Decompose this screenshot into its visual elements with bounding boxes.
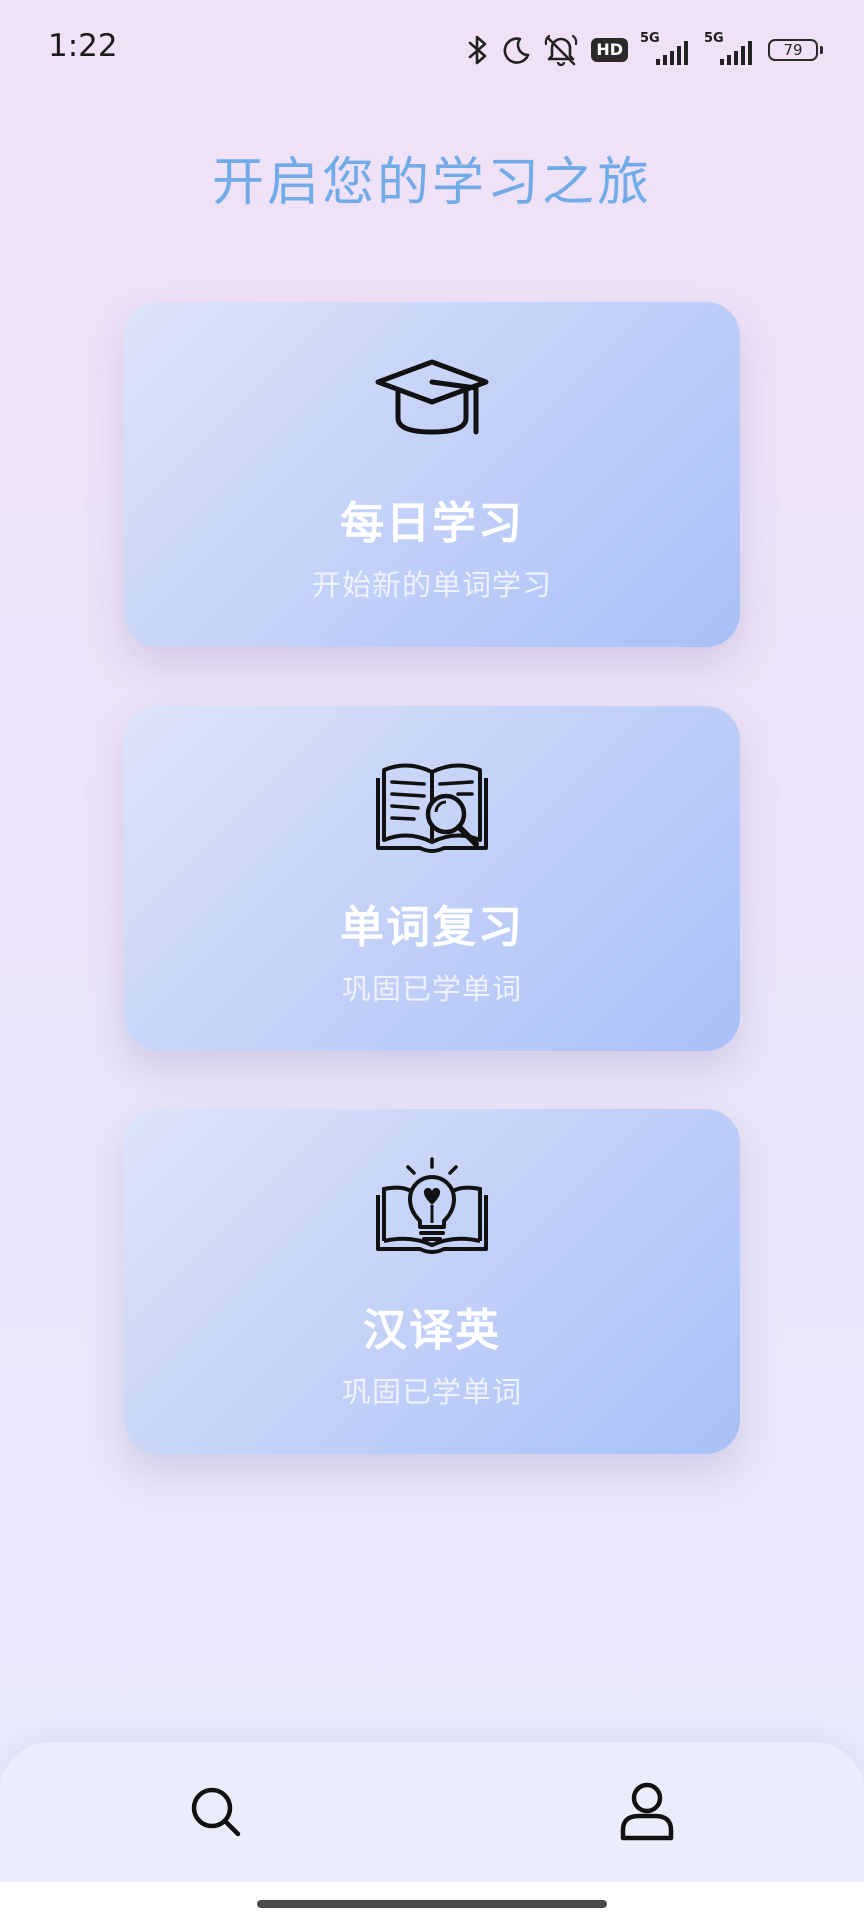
card-title: 每日学习 <box>340 498 524 549</box>
hd-icon: HD <box>591 38 628 62</box>
silent-bell-icon <box>545 34 578 66</box>
book-search-icon <box>376 763 488 853</box>
battery-icon: 79 <box>768 39 823 61</box>
bluetooth-icon <box>469 35 487 65</box>
card-subtitle: 巩固已学单词 <box>341 972 522 1006</box>
card-title: 单词复习 <box>340 902 524 953</box>
bottom-nav <box>0 1742 864 1882</box>
nav-profile-button[interactable] <box>615 1780 679 1844</box>
page-title: 开启您的学习之旅 <box>211 153 652 213</box>
gesture-bar-area <box>0 1882 864 1920</box>
home-indicator[interactable] <box>257 1900 607 1908</box>
word-review-card[interactable]: 单词复习 巩固已学单词 <box>124 706 740 1051</box>
moon-icon <box>503 37 530 64</box>
graduation-cap-icon <box>375 359 489 435</box>
signal-icon: 5G <box>640 31 692 67</box>
nav-search-button[interactable] <box>184 1780 248 1844</box>
card-subtitle: 巩固已学单词 <box>341 1375 522 1409</box>
card-title: 汉译英 <box>363 1305 501 1356</box>
search-icon <box>191 1787 241 1837</box>
signal-icon: 5G <box>704 31 756 67</box>
status-bar: 1:22 HD 5G 5G 79 <box>0 0 864 100</box>
daily-study-card[interactable]: 每日学习 开始新的单词学习 <box>124 302 740 647</box>
status-icons: HD 5G 5G 79 <box>467 30 823 70</box>
battery-level: 79 <box>783 40 803 59</box>
card-subtitle: 开始新的单词学习 <box>311 568 552 602</box>
user-icon <box>620 1782 674 1841</box>
chinese-to-english-card[interactable]: 汉译英 巩固已学单词 <box>124 1109 740 1454</box>
book-lightbulb-icon <box>376 1157 488 1254</box>
status-time: 1:22 <box>48 28 118 64</box>
